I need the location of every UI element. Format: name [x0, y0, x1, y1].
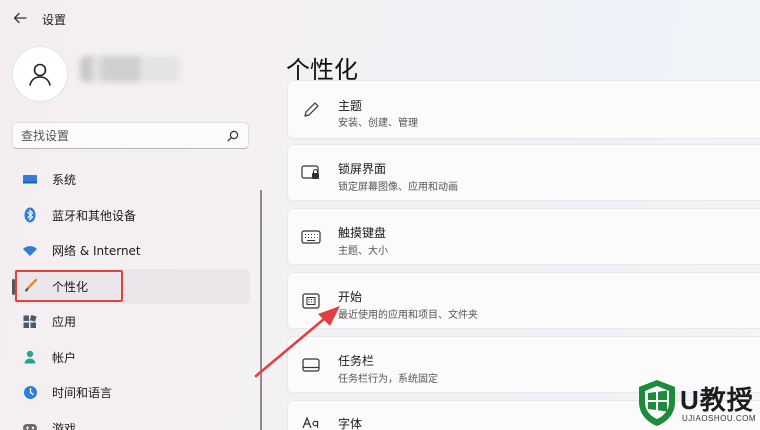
font-icon: [300, 412, 322, 430]
start-menu-icon: [300, 290, 322, 312]
watermark: U教授 UJIAOSHOU.COM: [636, 378, 760, 430]
search-icon[interactable]: [226, 129, 240, 143]
sidebar-nav: 系统 蓝牙和其他设备 网络 & Internet 个性化 应用 帐户 时间和语言…: [12, 162, 250, 430]
card-subtitle: 安装、创建、管理: [338, 118, 418, 129]
app-title: 设置: [42, 13, 67, 27]
search-input[interactable]: [21, 128, 226, 143]
back-button[interactable]: [8, 6, 32, 30]
sidebar-item-bluetooth[interactable]: 蓝牙和其他设备: [12, 198, 250, 234]
sidebar-item-gaming[interactable]: 游戏: [12, 411, 250, 430]
sidebar-item-system[interactable]: 系统: [12, 162, 250, 198]
sidebar-item-label: 时间和语言: [52, 386, 113, 401]
sidebar-item-accounts[interactable]: 帐户: [12, 340, 250, 376]
card-touch-keyboard[interactable]: 触摸键盘 主题、大小: [287, 208, 760, 265]
watermark-brand: U教授: [680, 385, 754, 415]
keyboard-icon: [300, 226, 322, 248]
globe-clock-icon: [22, 385, 38, 401]
card-title: 触摸键盘: [338, 226, 387, 240]
sidebar-item-apps[interactable]: 应用: [12, 304, 250, 340]
user-name-blurred: [80, 56, 180, 82]
watermark-domain: UJIAOSHOU.COM: [682, 414, 757, 423]
card-subtitle: 锁定屏幕图像、应用和动画: [338, 182, 458, 193]
sidebar-item-label: 网络 & Internet: [52, 244, 141, 259]
card-title: 开始: [338, 290, 363, 304]
card-subtitle: 主题、大小: [338, 246, 388, 257]
back-arrow-icon: [13, 12, 27, 24]
apps-icon: [22, 314, 38, 330]
taskbar-icon: [300, 354, 322, 376]
card-title: 主题: [338, 99, 363, 113]
bluetooth-icon: [22, 207, 38, 223]
card-subtitle: 任务栏行为，系统固定: [338, 374, 438, 385]
card-title: 字体: [338, 417, 363, 430]
sidebar-item-label: 系统: [52, 173, 77, 188]
card-themes[interactable]: 主题 安装、创建、管理: [287, 80, 760, 139]
sidebar-item-label: 蓝牙和其他设备: [52, 208, 137, 223]
sidebar-item-label: 帐户: [52, 350, 77, 365]
gamepad-icon: [22, 420, 38, 430]
person-icon: [22, 349, 38, 365]
lock-screen-icon: [300, 162, 322, 184]
card-subtitle: 最近使用的应用和项目、文件夹: [338, 310, 478, 321]
search-box[interactable]: [12, 122, 249, 149]
pen-icon: [300, 99, 322, 121]
person-icon: [29, 63, 51, 86]
selection-indicator: [12, 278, 15, 295]
title-bar: 设置: [0, 0, 760, 36]
sidebar-divider: [260, 190, 262, 430]
sidebar-item-label: 游戏: [52, 421, 77, 430]
avatar[interactable]: [12, 46, 68, 102]
sidebar-item-label: 个性化: [52, 279, 89, 294]
sidebar-item-time-language[interactable]: 时间和语言: [12, 375, 250, 411]
wifi-icon: [22, 243, 38, 259]
sidebar-item-label: 应用: [52, 315, 77, 330]
card-start[interactable]: 开始 最近使用的应用和项目、文件夹: [287, 272, 760, 329]
card-title: 任务栏: [338, 354, 375, 368]
sidebar-item-network[interactable]: 网络 & Internet: [12, 233, 250, 269]
brush-icon: [22, 278, 38, 294]
card-title: 锁屏界面: [338, 162, 387, 176]
monitor-icon: [22, 172, 38, 188]
sidebar-item-personalization[interactable]: 个性化: [12, 268, 250, 304]
shield-logo-icon: [639, 380, 675, 426]
card-lock-screen[interactable]: 锁屏界面 锁定屏幕图像、应用和动画: [287, 144, 760, 201]
